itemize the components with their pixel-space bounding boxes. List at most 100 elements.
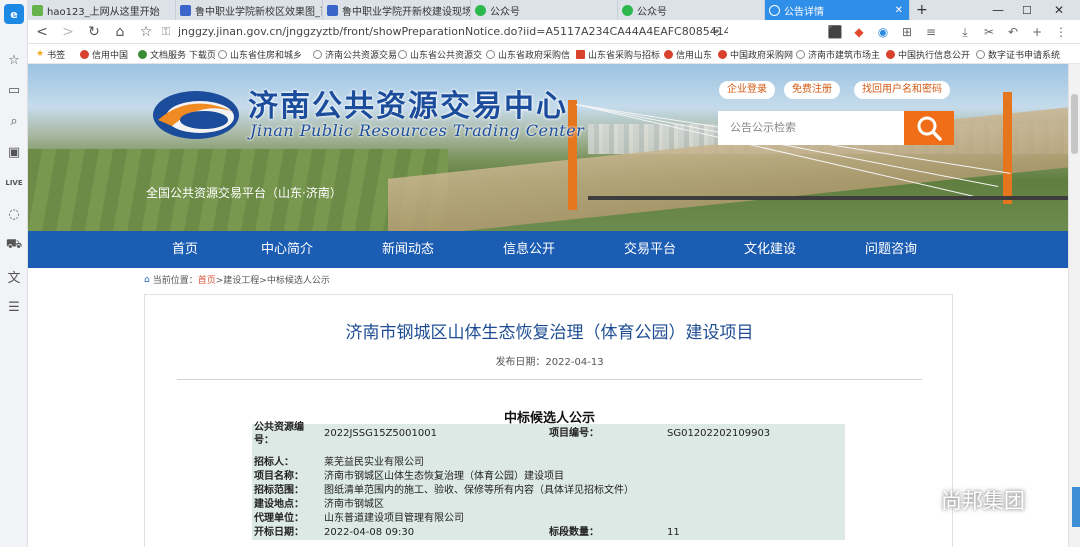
bookmark-item[interactable]: 信用中国: [80, 44, 128, 64]
nav-culture[interactable]: 文化建设: [725, 231, 815, 268]
side-float-tab[interactable]: [1072, 487, 1080, 527]
tab-school-site[interactable]: 鲁中职业学院开新校建设现场: [323, 0, 471, 20]
field-value: 11: [667, 527, 680, 538]
globe-icon: [398, 49, 407, 59]
register-button[interactable]: 免费注册: [784, 81, 840, 99]
tab-hao123[interactable]: hao123_上网从这里开始: [28, 0, 176, 20]
nav-home[interactable]: 首页: [140, 231, 230, 268]
bookmark-item[interactable]: 山东省采购与招标: [576, 44, 660, 64]
add-icon[interactable]: +: [1028, 23, 1046, 41]
nav-about[interactable]: 中心简介: [242, 231, 332, 268]
platform-label: 全国公共资源交易平台（山东·济南）: [146, 186, 342, 200]
breadcrumb-home-link[interactable]: 首页: [198, 273, 216, 286]
bookmark-favicon-icon: [664, 49, 673, 59]
field-label: 招标范围：: [254, 485, 304, 496]
bookmark-star-icon[interactable]: ☆: [136, 22, 156, 42]
scissors-icon[interactable]: ✂: [980, 23, 998, 41]
bookmark-label: 中国政府采购网: [730, 50, 794, 61]
bookmark-item[interactable]: 中国政府采购网: [718, 44, 793, 64]
gamepad-icon[interactable]: ◆: [850, 23, 868, 41]
bookmark-favicon-icon: [718, 49, 727, 59]
tab-school-render[interactable]: 鲁中职业学院新校区效果图_百: [176, 0, 323, 20]
field-label: 建设地点：: [254, 499, 304, 510]
scrollbar-thumb[interactable]: [1071, 94, 1078, 154]
chat-bubble-icon[interactable]: ◌: [4, 204, 24, 224]
notice-search-input[interactable]: 公告公示检索: [718, 111, 906, 145]
bookmark-label: 书签: [47, 50, 66, 61]
article-title: 济南市钢城区山体生态恢复治理（体育公园）建设项目: [345, 323, 754, 343]
video-icon[interactable]: ▣: [4, 142, 24, 162]
main-nav: 首页 中心简介 新闻动态 信息公开 交易平台 文化建设 问题咨询: [28, 231, 1068, 268]
extension-red-icon[interactable]: ⬛: [826, 23, 844, 41]
security-shield-icon[interactable]: ⛨: [708, 23, 726, 41]
bookmark-label: 信用山东: [676, 50, 713, 61]
candidate-info-table: 公共资源编号： 2022JSSG15Z5001001 项目编号： SG01202…: [252, 422, 845, 540]
live-icon[interactable]: LIVE: [4, 173, 24, 193]
bookmark-favicon-icon: [138, 49, 147, 59]
tab-favicon-icon: [180, 4, 191, 16]
bookmark-item[interactable]: 山东省政府采购信: [486, 44, 570, 64]
translate-icon[interactable]: 文: [4, 266, 24, 286]
close-tab-icon[interactable]: ✕: [895, 5, 903, 16]
tab-notice-detail[interactable]: 公告详情 ✕: [765, 0, 910, 20]
field-label: 项目名称：: [254, 471, 304, 482]
download-icon[interactable]: ⤓: [956, 23, 974, 41]
undo-icon[interactable]: ↶: [1004, 23, 1022, 41]
cart-icon[interactable]: ⛟: [4, 235, 24, 255]
maximize-button[interactable]: ☐: [1018, 0, 1042, 20]
tab-label: 鲁中职业学院开新校建设现场: [342, 6, 471, 18]
close-window-button[interactable]: ✕: [1050, 0, 1074, 20]
back-button[interactable]: <: [32, 22, 52, 42]
field-value: 2022-04-08 09:30: [324, 527, 415, 538]
bookmark-item[interactable]: 数字证书申请系统: [976, 44, 1060, 64]
more-options-icon[interactable]: ⋮: [1052, 23, 1070, 41]
apps-grid-icon[interactable]: ⊞: [898, 23, 916, 41]
nav-consult[interactable]: 问题咨询: [846, 231, 936, 268]
bridge-tower: [1003, 92, 1012, 204]
bookmark-item[interactable]: 济南市建筑市场主: [796, 44, 880, 64]
browser-logo-icon[interactable]: e: [4, 4, 24, 24]
bookmark-item[interactable]: 信用山东: [664, 44, 712, 64]
bookmark-item[interactable]: 文档服务 下载页: [138, 44, 216, 64]
notes-icon[interactable]: ☰: [4, 297, 24, 317]
bookmark-item[interactable]: 中国执行信息公开: [886, 44, 970, 64]
home-button[interactable]: ⌂: [110, 22, 130, 42]
minimize-button[interactable]: —: [988, 0, 1012, 20]
field-label: 开标日期：: [254, 527, 304, 538]
nav-news[interactable]: 新闻动态: [363, 231, 453, 268]
new-tab-button[interactable]: +: [912, 0, 934, 20]
url-field[interactable]: jnggzy.jinan.gov.cn/jnggzyztb/front/show…: [178, 23, 728, 41]
recover-account-button[interactable]: 找回用户名和密码: [854, 81, 950, 99]
bookmark-item[interactable]: 山东省住房和城乡: [218, 44, 302, 64]
extension-blue-icon[interactable]: ◉: [874, 23, 892, 41]
nav-disclosure[interactable]: 信息公开: [484, 231, 574, 268]
tab-strip: hao123_上网从这里开始 鲁中职业学院新校区效果图_百 鲁中职业学院开新校建…: [28, 0, 1080, 20]
bookmark-label: 山东省住房和城乡: [230, 50, 303, 61]
divider: [177, 379, 922, 380]
tab-label: hao123_上网从这里开始: [47, 6, 160, 18]
bookmark-label: 信用中国: [92, 50, 129, 61]
vertical-scrollbar[interactable]: [1068, 64, 1080, 547]
nav-trading-platform[interactable]: 交易平台: [605, 231, 695, 268]
table-row: 开标日期： 2022-04-08 09:30 标段数量： 11: [252, 526, 845, 540]
article-panel: 济南市钢城区山体生态恢复治理（体育公园）建设项目 发布日期：2022-04-13…: [144, 294, 953, 547]
browser-sidebar: e ☆ ▭ ⌕ ▣ LIVE ◌ ⛟ 文 ☰: [0, 0, 28, 547]
tab-label: 公众号: [637, 6, 667, 18]
menu-icon[interactable]: ≡: [922, 23, 940, 41]
reader-book-icon[interactable]: ▭: [4, 80, 24, 100]
star-icon: ★: [36, 49, 45, 59]
bookmark-item[interactable]: 山东省公共资源交: [398, 44, 482, 64]
wechat-icon: [902, 488, 933, 511]
forward-button[interactable]: >: [58, 22, 78, 42]
reload-button[interactable]: ↻: [84, 22, 104, 42]
tab-wechat-1[interactable]: 公众号: [471, 0, 618, 20]
globe-icon: [218, 49, 227, 59]
bookmark-folder[interactable]: ★ 书签: [36, 44, 65, 64]
favorites-star-icon[interactable]: ☆: [4, 50, 24, 70]
enterprise-login-button[interactable]: 企业登录: [719, 81, 775, 99]
search-icon[interactable]: ⌕: [4, 111, 24, 131]
search-button[interactable]: [904, 111, 954, 145]
bookmark-item[interactable]: 济南公共资源交易: [313, 44, 397, 64]
tab-wechat-2[interactable]: 公众号: [618, 0, 765, 20]
field-label: 代理单位：: [254, 513, 304, 524]
